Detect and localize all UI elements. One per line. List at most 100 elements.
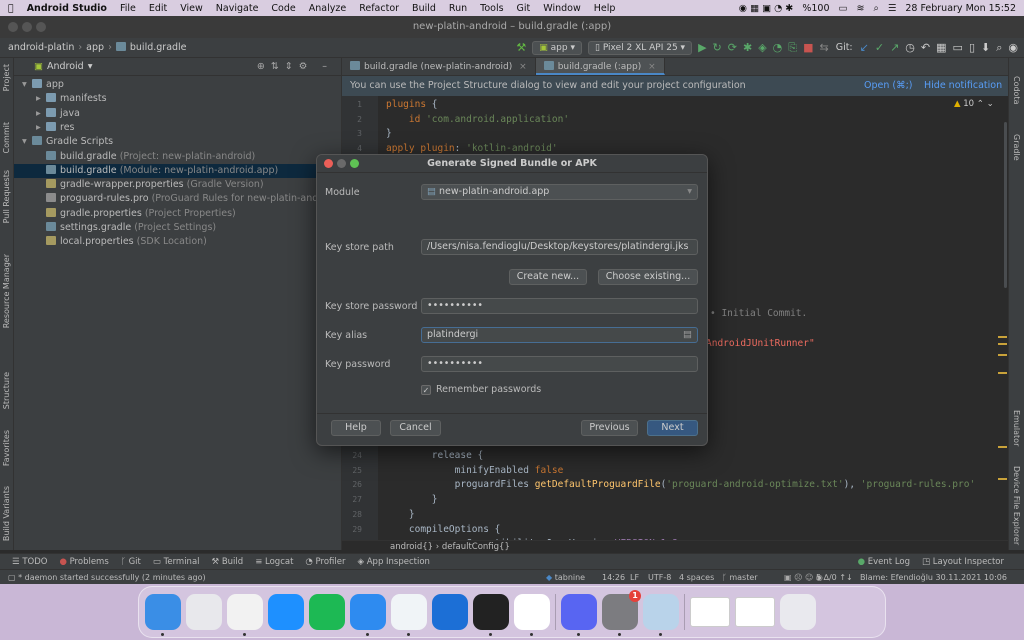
tree-item[interactable]: gradle-wrapper.properties (Gradle Versio… bbox=[14, 178, 342, 192]
menubar-status-icons[interactable]: ◉ ▦ ▣ ◔ ✱ bbox=[739, 3, 794, 14]
tool-window-project[interactable]: Project bbox=[2, 64, 11, 91]
line-separator[interactable]: LF bbox=[630, 570, 639, 584]
apply-code-changes-icon[interactable]: ⟳ bbox=[728, 41, 737, 54]
choose-existing-button[interactable]: Choose existing... bbox=[598, 269, 698, 285]
menu-window[interactable]: Window bbox=[543, 3, 580, 14]
open-project-structure-link[interactable]: Open (⌘;) bbox=[864, 76, 913, 96]
tab-layout-inspector[interactable]: ◳ Layout Inspector bbox=[922, 557, 1004, 567]
tabnine-status[interactable]: ◆ tabnine bbox=[546, 570, 585, 584]
dialog-close-button[interactable] bbox=[324, 159, 333, 168]
tool-window-codota[interactable]: Codota bbox=[1012, 76, 1021, 105]
tab-profiler[interactable]: ◔ Profiler bbox=[305, 557, 345, 567]
sdk-manager-icon[interactable]: ⬇ bbox=[981, 41, 990, 54]
tree-item[interactable]: ▸ java bbox=[14, 107, 342, 121]
keystore-path-input[interactable]: /Users/nisa.fendioglu/Desktop/keystores/… bbox=[421, 239, 698, 255]
close-window-button[interactable] bbox=[8, 22, 18, 32]
indent-setting[interactable]: 4 spaces bbox=[679, 570, 714, 584]
browse-folder-icon[interactable]: ▤ bbox=[683, 328, 692, 342]
git-rollback-icon[interactable]: ↶ bbox=[921, 41, 930, 54]
run-config-dropdown[interactable]: ▣ app ▾ bbox=[532, 40, 582, 55]
remember-passwords-label[interactable]: Remember passwords bbox=[436, 384, 541, 395]
editor-tab[interactable]: build.gradle (new-platin-android) × bbox=[342, 58, 536, 75]
tree-item[interactable]: build.gradle (Project: new-platin-androi… bbox=[14, 150, 342, 164]
search-everywhere-icon[interactable]: ⌕ bbox=[996, 41, 1002, 55]
keystore-password-input[interactable]: •••••••••• bbox=[421, 298, 698, 314]
tool-window-build-variants[interactable]: Build Variants bbox=[2, 486, 11, 541]
nav-breadcrumb-module[interactable]: app bbox=[86, 42, 104, 53]
key-alias-input[interactable]: platindergi ▤ bbox=[421, 327, 698, 343]
tab-problems[interactable]: ● Problems bbox=[59, 557, 108, 567]
window-thumbnail[interactable] bbox=[735, 597, 775, 627]
menu-file[interactable]: File bbox=[120, 3, 136, 14]
discord-icon[interactable] bbox=[561, 594, 597, 636]
menu-edit[interactable]: Edit bbox=[149, 3, 167, 14]
device-dropdown[interactable]: ▯ Pixel 2 XL API 25 ▾ bbox=[587, 40, 693, 55]
tree-item[interactable]: build.gradle (Module: new-platin-android… bbox=[14, 163, 342, 178]
menu-tools[interactable]: Tools bbox=[480, 3, 503, 14]
git-push-icon[interactable]: ↗ bbox=[890, 41, 899, 54]
tab-event-log[interactable]: ● Event Log bbox=[858, 557, 910, 567]
tree-item[interactable]: local.properties (SDK Location) bbox=[14, 235, 342, 249]
user-avatar[interactable]: ◉ bbox=[1008, 41, 1018, 54]
tab-git[interactable]: ᚴ Git bbox=[121, 557, 141, 567]
chevron-down-icon[interactable]: ▾ bbox=[88, 61, 93, 72]
control-center-icon[interactable]: ☰ bbox=[888, 3, 897, 14]
search-icon[interactable]: ⌕ bbox=[873, 3, 878, 14]
chevron-down-icon[interactable]: ▾ bbox=[22, 135, 32, 149]
tool-window-gradle[interactable]: Gradle bbox=[1012, 134, 1021, 161]
terminal-icon[interactable] bbox=[473, 594, 509, 636]
cancel-button[interactable]: Cancel bbox=[390, 420, 441, 436]
nav-breadcrumb-root[interactable]: android-platin bbox=[0, 42, 74, 53]
tool-window-device-file-explorer[interactable]: Device File Explorer bbox=[1012, 466, 1021, 545]
coverage-icon[interactable]: ◈ bbox=[758, 41, 766, 54]
next-button[interactable]: Next bbox=[647, 420, 698, 436]
key-password-input[interactable]: •••••••••• bbox=[421, 356, 698, 372]
close-icon[interactable]: × bbox=[519, 62, 527, 72]
chrome-icon[interactable] bbox=[227, 594, 263, 636]
menu-run[interactable]: Run bbox=[449, 3, 467, 14]
android-studio-icon[interactable] bbox=[391, 594, 427, 636]
tool-window-structure[interactable]: Structure bbox=[2, 372, 11, 409]
hammer-icon[interactable]: ⚒ bbox=[516, 41, 526, 54]
minimize-window-button[interactable] bbox=[22, 22, 32, 32]
editor-scrollbar[interactable] bbox=[1004, 122, 1007, 288]
tool-window-pull-requests[interactable]: Pull Requests bbox=[2, 170, 11, 223]
chevron-right-icon[interactable]: ▸ bbox=[36, 107, 46, 121]
run-icon[interactable]: ▶ bbox=[698, 41, 706, 54]
tool-window-favorites[interactable]: Favorites bbox=[2, 430, 11, 466]
tool-window-commit[interactable]: Commit bbox=[2, 122, 11, 153]
caret-position[interactable]: 14:26 bbox=[602, 570, 625, 584]
spotify-icon[interactable] bbox=[309, 594, 345, 630]
help-button[interactable]: Help bbox=[331, 420, 381, 436]
window-thumbnail[interactable] bbox=[690, 597, 730, 627]
trash-icon[interactable] bbox=[780, 594, 816, 630]
chevron-right-icon[interactable]: ▸ bbox=[36, 92, 46, 106]
tab-logcat[interactable]: ≡ Logcat bbox=[255, 557, 293, 567]
sync-icon[interactable]: ⇆ bbox=[819, 41, 828, 54]
hide-notification-link[interactable]: Hide notification bbox=[924, 76, 1002, 96]
nav-breadcrumb-file[interactable]: build.gradle bbox=[115, 42, 187, 53]
safari-icon[interactable] bbox=[268, 594, 304, 630]
menu-build[interactable]: Build bbox=[412, 3, 436, 14]
notion-icon[interactable] bbox=[514, 594, 550, 636]
tree-item[interactable]: ▸ res bbox=[14, 121, 342, 135]
remember-passwords-checkbox[interactable]: ✓ bbox=[421, 384, 431, 395]
apple-icon[interactable]:  bbox=[8, 3, 14, 14]
avd-manager-icon[interactable]: ▯ bbox=[969, 41, 975, 54]
module-select[interactable]: ▤ new-platin-android.app ▾ bbox=[421, 184, 698, 200]
project-panel-actions[interactable]: ⊕⇅⇕⚙ – bbox=[257, 61, 333, 72]
chevron-right-icon[interactable]: ▸ bbox=[36, 121, 46, 135]
tree-item[interactable]: gradle.properties (Project Properties) bbox=[14, 207, 342, 221]
git-branch[interactable]: ᚴ master bbox=[722, 570, 758, 584]
menu-code[interactable]: Code bbox=[271, 3, 295, 14]
tree-item[interactable]: ▸ manifests bbox=[14, 92, 342, 106]
debug-icon[interactable]: ✱ bbox=[743, 41, 752, 54]
menu-help[interactable]: Help bbox=[594, 3, 616, 14]
attach-debugger-icon[interactable]: ⎘ bbox=[788, 41, 797, 55]
menu-app-name[interactable]: Android Studio bbox=[27, 3, 107, 14]
status-message[interactable]: ▢ * daemon started successfully (2 minut… bbox=[8, 570, 206, 584]
tree-item[interactable]: proguard-rules.pro (ProGuard Rules for n… bbox=[14, 192, 342, 206]
menu-refactor[interactable]: Refactor bbox=[359, 3, 399, 14]
tab-build[interactable]: ⚒ Build bbox=[212, 557, 244, 567]
menu-navigate[interactable]: Navigate bbox=[216, 3, 259, 14]
